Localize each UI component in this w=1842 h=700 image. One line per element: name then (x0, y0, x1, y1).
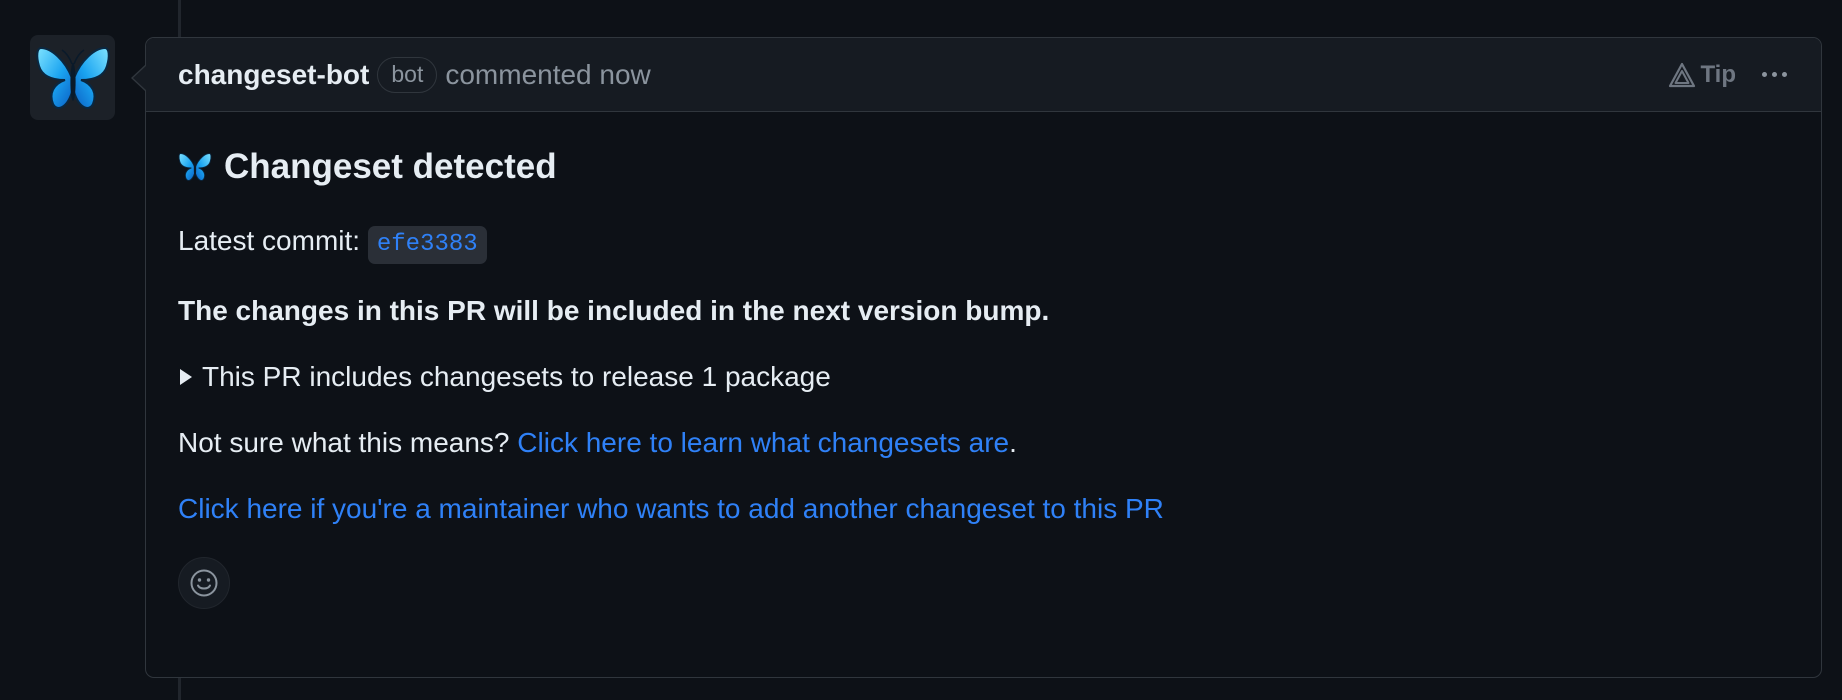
latest-commit-label: Latest commit: (178, 225, 361, 256)
tip-label: Tip (1700, 60, 1736, 88)
learn-link-period: . (1009, 427, 1017, 458)
kebab-menu-icon[interactable] (1762, 60, 1787, 90)
author-name[interactable]: changeset-bot (178, 59, 369, 91)
not-sure-text: Not sure what this means? (178, 427, 510, 458)
details-summary-text: This PR includes changesets to release 1… (202, 361, 831, 392)
learn-changesets-link[interactable]: Click here to learn what changesets are (517, 427, 1009, 458)
latest-commit-line: Latest commit: efe3383 (178, 223, 1789, 264)
add-changeset-link[interactable]: Click here if you're a maintainer who wa… (178, 493, 1164, 524)
comment-header: changeset-bot bot commented now Tip (146, 38, 1821, 112)
bot-badge: bot (377, 56, 438, 93)
help-line: Not sure what this means? Click here to … (178, 425, 1789, 461)
avatar[interactable] (30, 35, 115, 120)
maintainer-line: Click here if you're a maintainer who wa… (178, 491, 1789, 527)
comment-body: Changeset detected Latest commit: efe338… (146, 112, 1821, 609)
comment-heading: Changeset detected (178, 145, 1789, 189)
version-bump-notice: The changes in this PR will be included … (178, 295, 1050, 326)
details-summary[interactable]: This PR includes changesets to release 1… (178, 359, 1789, 395)
heading-text: Changeset detected (224, 147, 557, 186)
add-reaction-button[interactable] (178, 557, 230, 609)
commit-sha-link[interactable]: efe3383 (367, 226, 487, 264)
smiley-icon (190, 569, 218, 597)
triangle-right-icon (180, 369, 192, 385)
comment-box: changeset-bot bot commented now Tip Chan… (131, 37, 1822, 678)
header-actions: Tip (1668, 60, 1787, 90)
comment-timestamp[interactable]: commented now (445, 59, 650, 91)
warning-triangle-icon (1669, 62, 1696, 87)
comment-caret-fill (133, 65, 147, 91)
butterfly-icon (35, 46, 110, 109)
tip-button[interactable]: Tip (1668, 61, 1736, 89)
butterfly-icon (178, 153, 212, 181)
